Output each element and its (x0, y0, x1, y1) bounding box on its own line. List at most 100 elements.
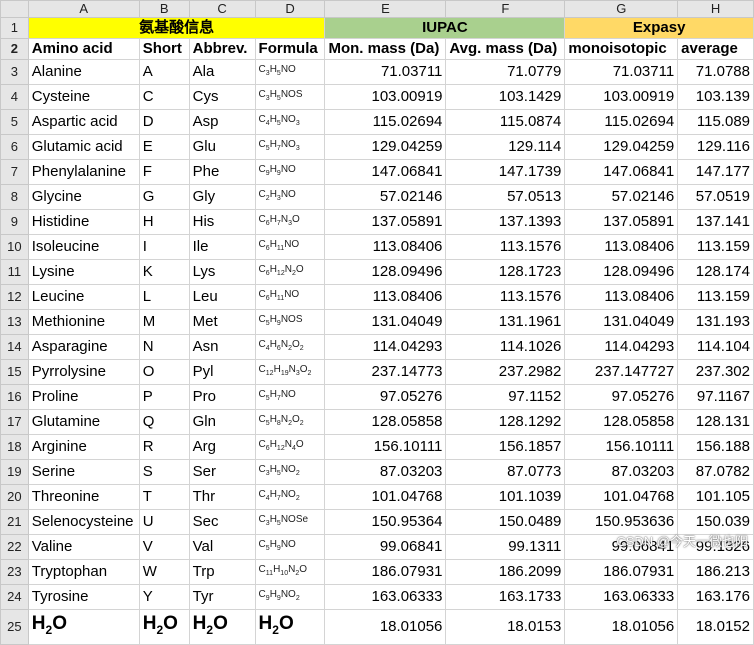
row-header[interactable]: 10 (0, 234, 29, 260)
cell-iupac-mono-mass[interactable]: 103.00919 (324, 84, 447, 110)
row-header[interactable]: 5 (0, 109, 29, 135)
cell-expasy-average[interactable]: 97.1167 (677, 384, 754, 410)
cell-iupac-mono-mass[interactable]: 57.02146 (324, 184, 447, 210)
cell-abbrev[interactable]: Met (188, 309, 256, 335)
cell-iupac-avg-mass[interactable]: 237.2982 (445, 359, 566, 385)
cell-abbrev[interactable]: Gly (188, 184, 256, 210)
cell-iupac-avg-mass[interactable]: 87.0773 (445, 459, 566, 485)
cell-expasy-average[interactable]: 186.213 (677, 559, 754, 585)
cell-abbrev[interactable]: Phe (188, 159, 256, 185)
cell-iupac-mono-mass[interactable]: 128.05858 (324, 409, 447, 435)
cell-amino-acid[interactable]: Glutamic acid (27, 134, 140, 160)
cell-iupac-avg-mass[interactable]: 163.1733 (445, 584, 566, 610)
cell-iupac-mono-mass[interactable]: 128.09496 (324, 259, 447, 285)
cell-short[interactable]: E (138, 134, 190, 160)
column-header-d[interactable]: D (254, 0, 326, 18)
row-header[interactable]: 13 (0, 309, 29, 335)
cell-formula[interactable]: C3H5NOS (254, 84, 326, 110)
row-header[interactable]: 1 (0, 17, 29, 39)
cell-expasy-monoisotopic[interactable]: 131.04049 (564, 309, 679, 335)
row-header[interactable]: 21 (0, 509, 29, 535)
row-header[interactable]: 14 (0, 334, 29, 360)
field-header[interactable]: Abbrev. (188, 38, 256, 60)
cell-amino-acid[interactable]: Tyrosine (27, 584, 140, 610)
cell-short[interactable]: Y (138, 584, 190, 610)
cell-amino-acid[interactable]: Tryptophan (27, 559, 140, 585)
cell-amino-acid[interactable]: Asparagine (27, 334, 140, 360)
row-header[interactable]: 6 (0, 134, 29, 160)
cell-amino-acid[interactable]: Methionine (27, 309, 140, 335)
cell-expasy-monoisotopic[interactable]: 147.06841 (564, 159, 679, 185)
cell-iupac-avg-mass[interactable]: 71.0779 (445, 59, 566, 85)
cell-amino-acid[interactable]: Proline (27, 384, 140, 410)
row-header[interactable]: 18 (0, 434, 29, 460)
cell-formula[interactable]: C4H6N2O2 (254, 334, 326, 360)
cell-amino-acid[interactable]: Cysteine (27, 84, 140, 110)
group-header-expasy[interactable]: Expasy (564, 17, 754, 39)
row-header[interactable]: 2 (0, 38, 29, 60)
cell-expasy-average[interactable]: 113.159 (677, 284, 754, 310)
cell-iupac-avg-mass[interactable]: 113.1576 (445, 284, 566, 310)
cell-water-label[interactable]: H2O (138, 609, 190, 645)
cell-expasy-average[interactable]: 156.188 (677, 434, 754, 460)
column-header-b[interactable]: B (138, 0, 190, 18)
cell-formula[interactable]: C4H7NO2 (254, 484, 326, 510)
cell-amino-acid[interactable]: Leucine (27, 284, 140, 310)
cell-expasy-monoisotopic[interactable]: 128.09496 (564, 259, 679, 285)
cell-short[interactable]: Q (138, 409, 190, 435)
cell-iupac-avg-mass[interactable]: 128.1292 (445, 409, 566, 435)
cell-expasy-average[interactable]: 131.193 (677, 309, 754, 335)
cell-iupac-avg-mass[interactable]: 186.2099 (445, 559, 566, 585)
column-header-e[interactable]: E (324, 0, 447, 18)
cell-expasy-monoisotopic[interactable]: 57.02146 (564, 184, 679, 210)
cell-formula[interactable]: C6H12N4O (254, 434, 326, 460)
cell-abbrev[interactable]: Thr (188, 484, 256, 510)
cell-abbrev[interactable]: Sec (188, 509, 256, 535)
cell-formula[interactable]: C3H5NOSe (254, 509, 326, 535)
cell-expasy-average[interactable]: 114.104 (677, 334, 754, 360)
cell-expasy-monoisotopic[interactable]: 163.06333 (564, 584, 679, 610)
cell-water-iupac-mono[interactable]: 18.01056 (324, 609, 447, 645)
cell-abbrev[interactable]: Pyl (188, 359, 256, 385)
cell-abbrev[interactable]: Cys (188, 84, 256, 110)
cell-amino-acid[interactable]: Glycine (27, 184, 140, 210)
cell-water-label[interactable]: H2O (27, 609, 140, 645)
cell-amino-acid[interactable]: Serine (27, 459, 140, 485)
cell-short[interactable]: H (138, 209, 190, 235)
cell-expasy-monoisotopic[interactable]: 71.03711 (564, 59, 679, 85)
cell-iupac-avg-mass[interactable]: 57.0513 (445, 184, 566, 210)
cell-iupac-mono-mass[interactable]: 147.06841 (324, 159, 447, 185)
cell-abbrev[interactable]: Trp (188, 559, 256, 585)
row-header[interactable]: 8 (0, 184, 29, 210)
cell-water-expasy-avg[interactable]: 18.0152 (677, 609, 754, 645)
field-header[interactable]: Avg. mass (Da) (445, 38, 566, 60)
cell-abbrev[interactable]: Gln (188, 409, 256, 435)
cell-expasy-average[interactable]: 103.139 (677, 84, 754, 110)
cell-formula[interactable]: C9H9NO (254, 159, 326, 185)
cell-expasy-monoisotopic[interactable]: 87.03203 (564, 459, 679, 485)
cell-iupac-avg-mass[interactable]: 131.1961 (445, 309, 566, 335)
cell-formula[interactable]: C6H11NO (254, 284, 326, 310)
cell-iupac-mono-mass[interactable]: 97.05276 (324, 384, 447, 410)
cell-formula[interactable]: C3H5NO2 (254, 459, 326, 485)
cell-abbrev[interactable]: Ser (188, 459, 256, 485)
row-header[interactable]: 24 (0, 584, 29, 610)
cell-expasy-average[interactable]: 101.105 (677, 484, 754, 510)
cell-iupac-avg-mass[interactable]: 147.1739 (445, 159, 566, 185)
cell-amino-acid[interactable]: Phenylalanine (27, 159, 140, 185)
cell-amino-acid[interactable]: Isoleucine (27, 234, 140, 260)
cell-amino-acid[interactable]: Pyrrolysine (27, 359, 140, 385)
cell-amino-acid[interactable]: Lysine (27, 259, 140, 285)
row-header[interactable]: 25 (0, 609, 29, 645)
cell-expasy-average[interactable]: 163.176 (677, 584, 754, 610)
cell-expasy-monoisotopic[interactable]: 156.10111 (564, 434, 679, 460)
cell-iupac-avg-mass[interactable]: 113.1576 (445, 234, 566, 260)
cell-short[interactable]: O (138, 359, 190, 385)
cell-expasy-average[interactable]: 87.0782 (677, 459, 754, 485)
cell-abbrev[interactable]: Arg (188, 434, 256, 460)
cell-abbrev[interactable]: Asn (188, 334, 256, 360)
cell-iupac-mono-mass[interactable]: 129.04259 (324, 134, 447, 160)
cell-iupac-avg-mass[interactable]: 128.1723 (445, 259, 566, 285)
cell-iupac-mono-mass[interactable]: 156.10111 (324, 434, 447, 460)
column-header-a[interactable]: A (27, 0, 140, 18)
